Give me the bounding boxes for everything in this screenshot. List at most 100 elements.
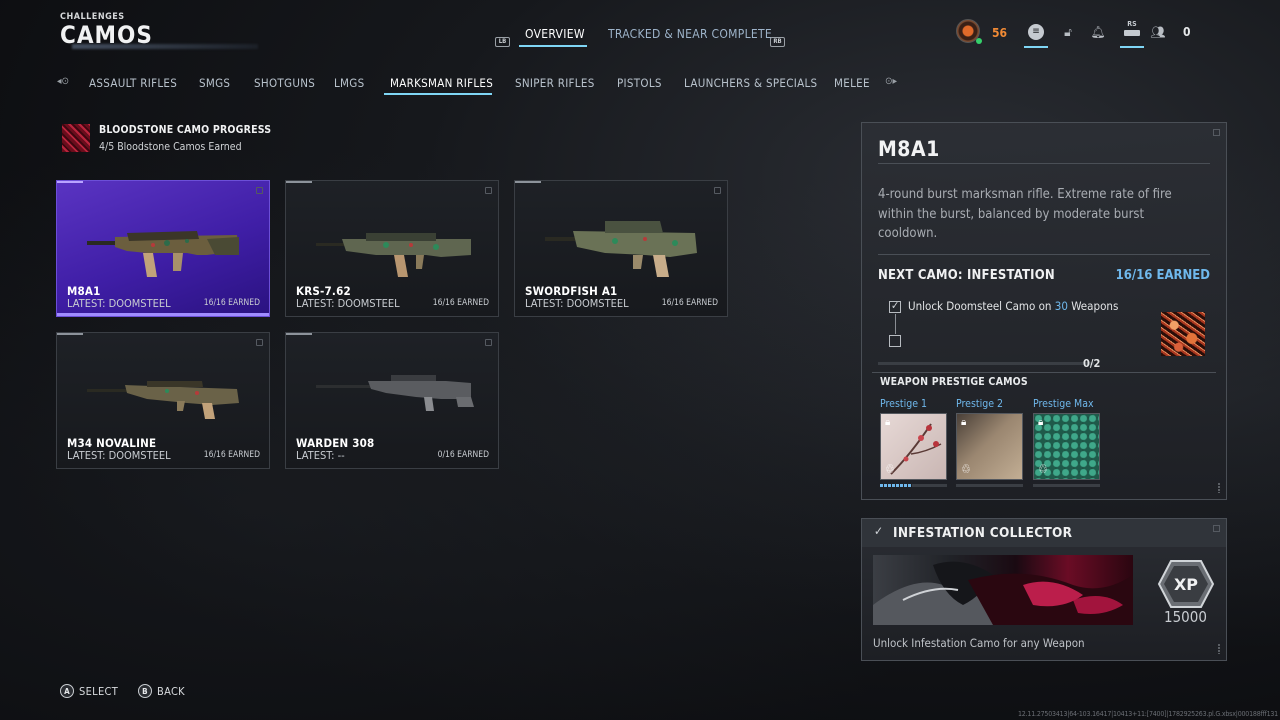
back-label: BACK (157, 684, 185, 698)
rs-button-icon[interactable]: RS (1121, 20, 1143, 44)
task-progress-text: 0/2 (1083, 357, 1101, 370)
card-corner-icon (256, 339, 263, 346)
divider (878, 163, 1210, 164)
collector-title: INFESTATION COLLECTOR (893, 525, 1073, 541)
prestige-1-progress (880, 484, 912, 487)
prestige-2-camo[interactable]: 🔒︎ ♲ (956, 413, 1023, 480)
task-checkbox-empty (889, 335, 901, 347)
prestige-1-camo[interactable]: 🔒︎ ♲ (880, 413, 947, 480)
next-camo-label: NEXT CAMO: INFESTATION (878, 268, 1055, 283)
weapon-card-m34-novaline[interactable]: M34 NOVALINE LATEST: DOOMSTEEL 16/16 EAR… (56, 332, 270, 469)
prestige-icon: ♲ (885, 462, 895, 476)
category-lmgs[interactable]: LMGS (334, 76, 364, 90)
infestation-creature-art (873, 561, 1133, 625)
task-progress-bar (878, 362, 1094, 365)
card-marker (57, 181, 83, 183)
tab-overview-underline (519, 45, 587, 47)
divider (872, 372, 1216, 373)
collector-panel[interactable]: ✓ INFESTATION COLLECTOR XP 15000 Unlock … (861, 518, 1227, 661)
detail-description: 4-round burst marksman rifle. Extreme ra… (878, 187, 1172, 241)
online-status-icon (976, 38, 982, 44)
lock-icon: 🔒︎ (1038, 417, 1044, 428)
collector-description: Unlock Infestation Camo for any Weapon (873, 636, 1085, 650)
card-corner-icon (714, 187, 721, 194)
prestige-max-label: Prestige Max (1033, 398, 1094, 410)
lock-icon: 🔒︎ (885, 417, 891, 428)
selected-indicator (57, 313, 269, 316)
collector-reward-image (873, 555, 1133, 625)
category-active-underline (384, 93, 492, 95)
weapon-earned: 0/16 EARNED (437, 450, 489, 460)
bloodstone-subtitle: 4/5 Bloodstone Camos Earned (99, 141, 242, 153)
weapon-image-krs-762 (316, 233, 471, 277)
notification-bell-icon[interactable]: 🔔︎ (1088, 22, 1108, 42)
weapon-image-m8a1 (87, 231, 239, 277)
weapon-latest-camo: LATEST: DOOMSTEEL (296, 297, 400, 310)
weapon-image-swordfish-a1 (545, 221, 697, 277)
weapon-earned: 16/16 EARNED (203, 298, 260, 308)
select-prompt[interactable]: A SELECT (60, 684, 118, 698)
weapon-latest-camo: LATEST: DOOMSTEEL (525, 297, 629, 310)
next-category-icon[interactable]: ⊙▸ (885, 76, 897, 87)
weapon-name: WARDEN 308 (296, 436, 375, 450)
prestige-max-camo[interactable]: 🔒︎ ♲ (1033, 413, 1100, 480)
category-smgs[interactable]: SMGS (199, 76, 230, 90)
tab-tracked[interactable]: TRACKED & NEAR COMPLETE (608, 27, 772, 41)
weapon-earned: 16/16 EARNED (661, 298, 718, 308)
task-checkbox-checked: ✓ (889, 299, 901, 313)
collector-corner-icon (1213, 525, 1220, 532)
a-button-icon: A (60, 684, 74, 698)
camo-task: Unlock Doomsteel Camo on 30 Weapons (908, 299, 1119, 313)
weapon-image-m34-novaline (87, 381, 239, 419)
weapon-detail-panel: M8A1 4-round burst marksman rifle. Extre… (861, 122, 1227, 500)
category-sniper-rifles[interactable]: SNIPER RIFLES (515, 76, 595, 90)
player-level: 56 (992, 26, 1008, 40)
weapon-card-krs-762[interactable]: KRS-7.62 LATEST: DOOMSTEEL 16/16 EARNED (285, 180, 499, 317)
weapon-name: KRS-7.62 (296, 284, 351, 298)
category-assault-rifles[interactable]: ASSAULT RIFLES (89, 76, 177, 90)
weapon-name: M34 NOVALINE (67, 436, 157, 450)
title-reflection (72, 44, 258, 49)
tab-overview[interactable]: OVERVIEW (525, 27, 585, 41)
weapon-card-m8a1[interactable]: M8A1 LATEST: DOOMSTEEL 16/16 EARNED (56, 180, 270, 317)
party-icon[interactable]: 👥︎ (1148, 22, 1168, 42)
category-launchers-specials[interactable]: LAUNCHERS & SPECIALS (684, 76, 817, 90)
card-marker (515, 181, 541, 183)
bloodstone-title: BLOODSTONE CAMO PROGRESS (99, 124, 272, 136)
infestation-camo-thumbnail (1161, 312, 1205, 356)
lb-bumper-icon[interactable]: LB (495, 28, 510, 47)
weapon-card-warden-308[interactable]: WARDEN 308 LATEST: -- 0/16 EARNED (285, 332, 499, 469)
category-shotguns[interactable]: SHOTGUNS (254, 76, 315, 90)
prestige-2-progress-track (956, 484, 1023, 487)
unlock-icon[interactable]: 🔓︎ (1058, 22, 1078, 42)
card-marker (286, 181, 312, 183)
category-pistols[interactable]: PISTOLS (617, 76, 662, 90)
task-connector (895, 314, 896, 334)
card-marker (286, 333, 312, 335)
menu-icon[interactable]: ≡ (1026, 22, 1046, 42)
back-prompt[interactable]: B BACK (138, 684, 185, 698)
bloodstone-camo-thumbnail (62, 124, 90, 152)
detail-title: M8A1 (878, 137, 940, 161)
select-label: SELECT (79, 684, 119, 698)
category-marksman-rifles[interactable]: MARKSMAN RIFLES (390, 76, 493, 90)
card-marker (57, 333, 83, 335)
card-corner-icon (485, 339, 492, 346)
xp-reward-value: 15000 (1164, 608, 1207, 626)
prev-category-icon[interactable]: ◂⊙ (57, 76, 69, 87)
scroll-indicator (1218, 483, 1220, 493)
prestige-1-progress-track (912, 484, 947, 487)
prestige-camos-header: WEAPON PRESTIGE CAMOS (880, 376, 1028, 388)
prestige-icon: ♲ (961, 462, 971, 476)
xp-badge-icon: XP (1157, 560, 1215, 608)
weapon-latest-camo: LATEST: DOOMSTEEL (67, 297, 171, 310)
weapon-latest-camo: LATEST: -- (296, 449, 345, 462)
weapon-earned: 16/16 EARNED (432, 298, 489, 308)
weapon-name: SWORDFISH A1 (525, 284, 618, 298)
detail-earned: 16/16 EARNED (1115, 268, 1210, 283)
divider (878, 254, 1210, 255)
rb-bumper-icon[interactable]: RB (770, 28, 785, 47)
card-corner-icon (256, 187, 263, 194)
category-melee[interactable]: MELEE (834, 76, 870, 90)
weapon-card-swordfish-a1[interactable]: SWORDFISH A1 LATEST: DOOMSTEEL 16/16 EAR… (514, 180, 728, 317)
